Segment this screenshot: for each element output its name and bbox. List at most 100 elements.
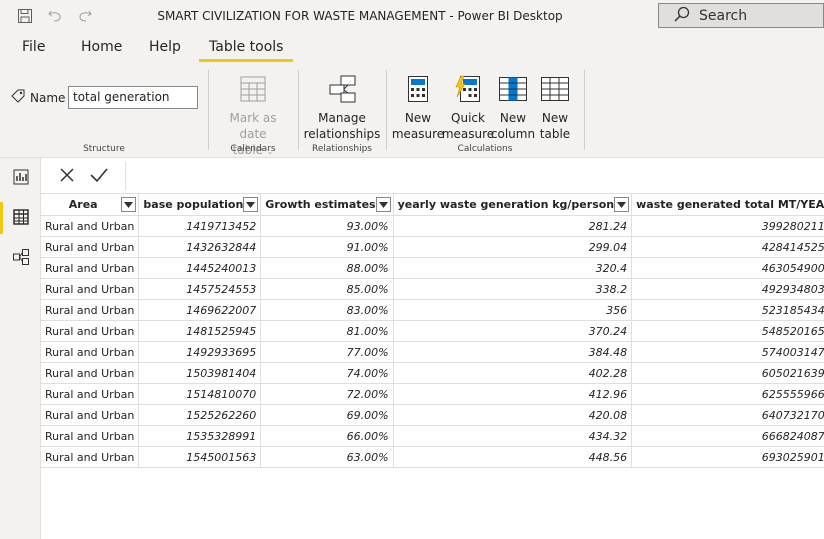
column-header-base-population[interactable]: base population	[138, 194, 262, 216]
cell-yearly-waste[interactable]: 412.96	[393, 383, 633, 405]
cell-base-population[interactable]: 1545001563	[138, 446, 262, 468]
cell-area[interactable]: Rural and Urban	[41, 257, 140, 279]
cell-yearly-waste[interactable]: 338.2	[393, 278, 633, 300]
calculator-icon	[402, 74, 434, 104]
tab-file[interactable]: File	[22, 32, 45, 62]
new-column-button[interactable]: New column	[491, 74, 535, 142]
cancel-formula-button[interactable]	[53, 164, 81, 188]
cell-waste-total[interactable]: 666824087257	[631, 425, 824, 447]
quick-measure-button[interactable]: Quick measure	[442, 74, 494, 142]
filter-dropdown-icon[interactable]	[614, 197, 630, 212]
cell-area[interactable]: Rural and Urban	[41, 404, 140, 426]
cell-waste-total[interactable]: 492934803846	[631, 278, 824, 300]
cell-growth-estimate[interactable]: 85.00%	[260, 278, 394, 300]
cell-growth-estimate[interactable]: 91.00%	[260, 236, 394, 258]
cell-waste-total[interactable]: 399280211105	[631, 215, 824, 237]
column-header-waste-total[interactable]: waste generated total MT/YEAR	[631, 194, 824, 216]
cell-waste-total[interactable]: 523185434440	[631, 299, 824, 321]
cell-growth-estimate[interactable]: 72.00%	[260, 383, 394, 405]
cell-base-population[interactable]: 1492933695	[138, 341, 262, 363]
cell-area[interactable]: Rural and Urban	[41, 299, 140, 321]
cell-yearly-waste[interactable]: 356	[393, 299, 633, 321]
cell-area[interactable]: Rural and Urban	[41, 362, 140, 384]
filter-dropdown-icon[interactable]	[243, 197, 259, 212]
cell-area[interactable]: Rural and Urban	[41, 341, 140, 363]
cell-area[interactable]: Rural and Urban	[41, 383, 140, 405]
cell-yearly-waste[interactable]: 420.08	[393, 404, 633, 426]
column-header-growth-estimates[interactable]: Growth estimates	[260, 194, 394, 216]
cell-area[interactable]: Rural and Urban	[41, 446, 140, 468]
column-header-area[interactable]: Area	[41, 194, 140, 216]
data-view-button[interactable]	[0, 198, 41, 238]
commit-formula-button[interactable]	[85, 164, 113, 188]
cell-base-population[interactable]: 1503981404	[138, 362, 262, 384]
model-view-button[interactable]	[0, 238, 41, 278]
new-table-button[interactable]: New table	[536, 74, 574, 142]
cell-waste-total[interactable]: 574003147010	[631, 341, 824, 363]
calculations-group: New measure Quick measure New column New…	[386, 68, 584, 154]
cell-growth-estimate[interactable]: 69.00%	[260, 404, 394, 426]
cell-base-population[interactable]: 1469622007	[138, 299, 262, 321]
tab-home[interactable]: Home	[81, 32, 122, 62]
calendars-group: Mark as date table ⌄ Calendars	[208, 68, 298, 157]
cell-growth-estimate[interactable]: 81.00%	[260, 320, 394, 342]
tab-table-tools[interactable]: Table tools	[198, 32, 295, 62]
calendar-table-icon	[237, 74, 269, 104]
cell-waste-total[interactable]: 640732170107	[631, 404, 824, 426]
cell-yearly-waste[interactable]: 384.48	[393, 341, 633, 363]
cell-yearly-waste[interactable]: 402.28	[393, 362, 633, 384]
column-icon	[497, 74, 529, 104]
cell-waste-total[interactable]: 605021639293	[631, 362, 824, 384]
cell-yearly-waste[interactable]: 448.56	[393, 446, 633, 468]
cell-base-population[interactable]: 1481525945	[138, 320, 262, 342]
cell-base-population[interactable]: 1445240013	[138, 257, 262, 279]
cell-yearly-waste[interactable]: 434.32	[393, 425, 633, 447]
table-name-input[interactable]: total generation	[68, 86, 198, 109]
relationships-group-label: Relationships	[312, 144, 372, 154]
new-measure-button[interactable]: New measure	[392, 74, 444, 142]
cell-waste-total[interactable]: 428414525648	[631, 236, 824, 258]
cell-area[interactable]: Rural and Urban	[41, 236, 140, 258]
table-row: Rural and Urban 1514810070 72.00% 412.96 625…	[41, 383, 824, 405]
cell-area[interactable]: Rural and Urban	[41, 278, 140, 300]
cell-growth-estimate[interactable]: 63.00%	[260, 446, 394, 468]
cell-growth-estimate[interactable]: 93.00%	[260, 215, 394, 237]
cell-area[interactable]: Rural and Urban	[41, 320, 140, 342]
cell-area[interactable]: Rural and Urban	[41, 425, 140, 447]
cell-base-population[interactable]: 1535328991	[138, 425, 262, 447]
tab-help[interactable]: Help	[149, 32, 181, 62]
title-bar: SMART CIVILIZATION FOR WASTE MANAGEMENT …	[0, 0, 824, 32]
table-header-row: Area base population Growth estimates ye…	[41, 194, 824, 216]
cell-growth-estimate[interactable]: 88.00%	[260, 257, 394, 279]
cell-growth-estimate[interactable]: 66.00%	[260, 425, 394, 447]
cell-yearly-waste[interactable]: 299.04	[393, 236, 633, 258]
cell-yearly-waste[interactable]: 320.4	[393, 257, 633, 279]
table-row: Rural and Urban 1535328991 66.00% 434.32 666…	[41, 425, 824, 447]
cell-waste-total[interactable]: 463054900150	[631, 257, 824, 279]
window-title: SMART CIVILIZATION FOR WASTE MANAGEMENT …	[157, 9, 563, 23]
calculations-group-label: Calculations	[457, 144, 513, 154]
cell-base-population[interactable]: 1457524553	[138, 278, 262, 300]
cell-growth-estimate[interactable]: 77.00%	[260, 341, 394, 363]
cell-yearly-waste[interactable]: 370.24	[393, 320, 633, 342]
report-view-button[interactable]	[0, 158, 41, 198]
name-label: Name	[10, 88, 65, 107]
cell-area[interactable]: Rural and Urban	[41, 215, 140, 237]
ribbon: Name total generation Structure Mark as …	[0, 62, 824, 158]
cell-base-population[interactable]: 1514810070	[138, 383, 262, 405]
filter-dropdown-icon[interactable]	[375, 197, 391, 212]
column-header-yearly-waste[interactable]: yearly waste generation kg/person	[393, 194, 633, 216]
search-box[interactable]: Search	[658, 3, 824, 28]
cell-waste-total[interactable]: 625555966647	[631, 383, 824, 405]
formula-input[interactable]	[125, 162, 824, 190]
cell-base-population[interactable]: 1432632844	[138, 236, 262, 258]
manage-relationships-button[interactable]: Manage relationships	[304, 74, 380, 142]
cell-yearly-waste[interactable]: 281.24	[393, 215, 633, 237]
cell-base-population[interactable]: 1525262260	[138, 404, 262, 426]
cell-growth-estimate[interactable]: 83.00%	[260, 299, 394, 321]
cell-base-population[interactable]: 1419713452	[138, 215, 262, 237]
cell-waste-total[interactable]: 693025901270	[631, 446, 824, 468]
filter-dropdown-icon[interactable]	[121, 197, 137, 212]
cell-growth-estimate[interactable]: 74.00%	[260, 362, 394, 384]
cell-waste-total[interactable]: 548520165917	[631, 320, 824, 342]
